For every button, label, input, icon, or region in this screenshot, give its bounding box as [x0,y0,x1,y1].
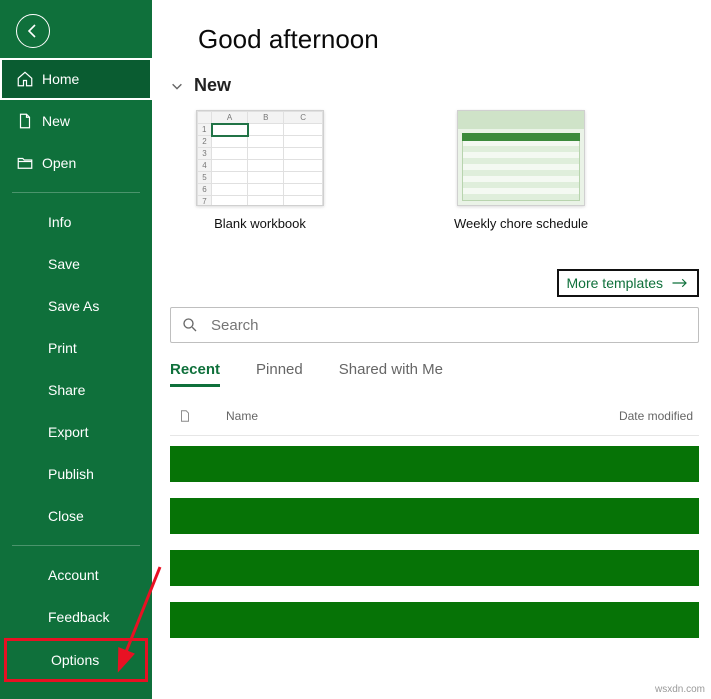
template-label: Blank workbook [214,216,306,231]
recent-rows [170,446,699,638]
template-thumbnail [457,110,585,206]
recent-row-redacted[interactable] [170,446,699,482]
sidebar-item-new[interactable]: New [0,100,152,142]
templates-row: ABC 1 2 3 4 5 6 7 Blank workbook Weekly … [170,110,699,231]
arrow-right-icon [671,277,689,289]
sidebar-item-save-as[interactable]: Save As [0,285,152,327]
sidebar-item-info[interactable]: Info [0,201,152,243]
sidebar-item-label: Publish [48,466,94,482]
home-icon [16,70,34,88]
file-icon [178,407,192,425]
sidebar-item-close[interactable]: Close [0,495,152,537]
page-title: Good afternoon [198,24,699,55]
sidebar-item-label: Home [42,71,79,87]
tab-recent[interactable]: Recent [170,361,220,387]
sidebar-item-label: Save As [48,298,99,314]
sidebar-item-label: Print [48,340,77,356]
sidebar-item-label: Open [42,155,76,171]
sidebar-item-label: Info [48,214,71,230]
template-thumbnail: ABC 1 2 3 4 5 6 7 [196,110,324,206]
column-date-modified[interactable]: Date modified [619,409,693,423]
search-input[interactable] [211,317,688,334]
sidebar-item-label: Export [48,424,88,440]
arrow-left-icon [25,23,41,39]
recent-tabs: Recent Pinned Shared with Me [170,361,699,387]
recent-row-redacted[interactable] [170,550,699,586]
watermark: wsxdn.com [655,684,705,695]
sidebar-item-label: Options [51,652,99,668]
tab-shared[interactable]: Shared with Me [339,361,443,387]
sidebar-item-share[interactable]: Share [0,369,152,411]
recent-table-header: Name Date modified [170,393,699,436]
sidebar-item-label: Save [48,256,80,272]
column-name[interactable]: Name [226,409,619,423]
search-icon [181,316,199,334]
recent-row-redacted[interactable] [170,602,699,638]
sidebar-item-save[interactable]: Save [0,243,152,285]
sidebar-divider [12,192,140,193]
new-icon [16,112,34,130]
sidebar-item-account[interactable]: Account [0,554,152,596]
sidebar-item-print[interactable]: Print [0,327,152,369]
back-button[interactable] [16,14,50,48]
open-icon [16,154,34,172]
backstage-sidebar: Home New Open Info Save Save As Print Sh… [0,0,152,699]
template-blank-workbook[interactable]: ABC 1 2 3 4 5 6 7 Blank workbook [196,110,324,231]
chevron-down-icon [170,79,184,93]
template-label: Weekly chore schedule [454,216,588,231]
search-box[interactable] [170,307,699,343]
sidebar-item-home[interactable]: Home [0,58,152,100]
more-templates-link[interactable]: More templates [557,269,699,297]
section-label: New [194,75,231,96]
recent-row-redacted[interactable] [170,498,699,534]
template-weekly-chore[interactable]: Weekly chore schedule [454,110,588,231]
tab-pinned[interactable]: Pinned [256,361,303,387]
new-section-header[interactable]: New [170,75,699,96]
sidebar-divider [12,545,140,546]
sidebar-item-export[interactable]: Export [0,411,152,453]
sidebar-item-label: Account [48,567,99,583]
sidebar-item-label: New [42,113,70,129]
sidebar-item-label: Share [48,382,85,398]
sidebar-item-open[interactable]: Open [0,142,152,184]
link-label: More templates [567,275,663,291]
sidebar-item-publish[interactable]: Publish [0,453,152,495]
sidebar-item-feedback[interactable]: Feedback [0,596,152,638]
sidebar-item-label: Close [48,508,84,524]
sidebar-item-options[interactable]: Options [4,638,148,682]
sidebar-item-label: Feedback [48,609,109,625]
main-content: Good afternoon New ABC 1 2 3 4 5 6 7 Bla… [152,0,711,699]
